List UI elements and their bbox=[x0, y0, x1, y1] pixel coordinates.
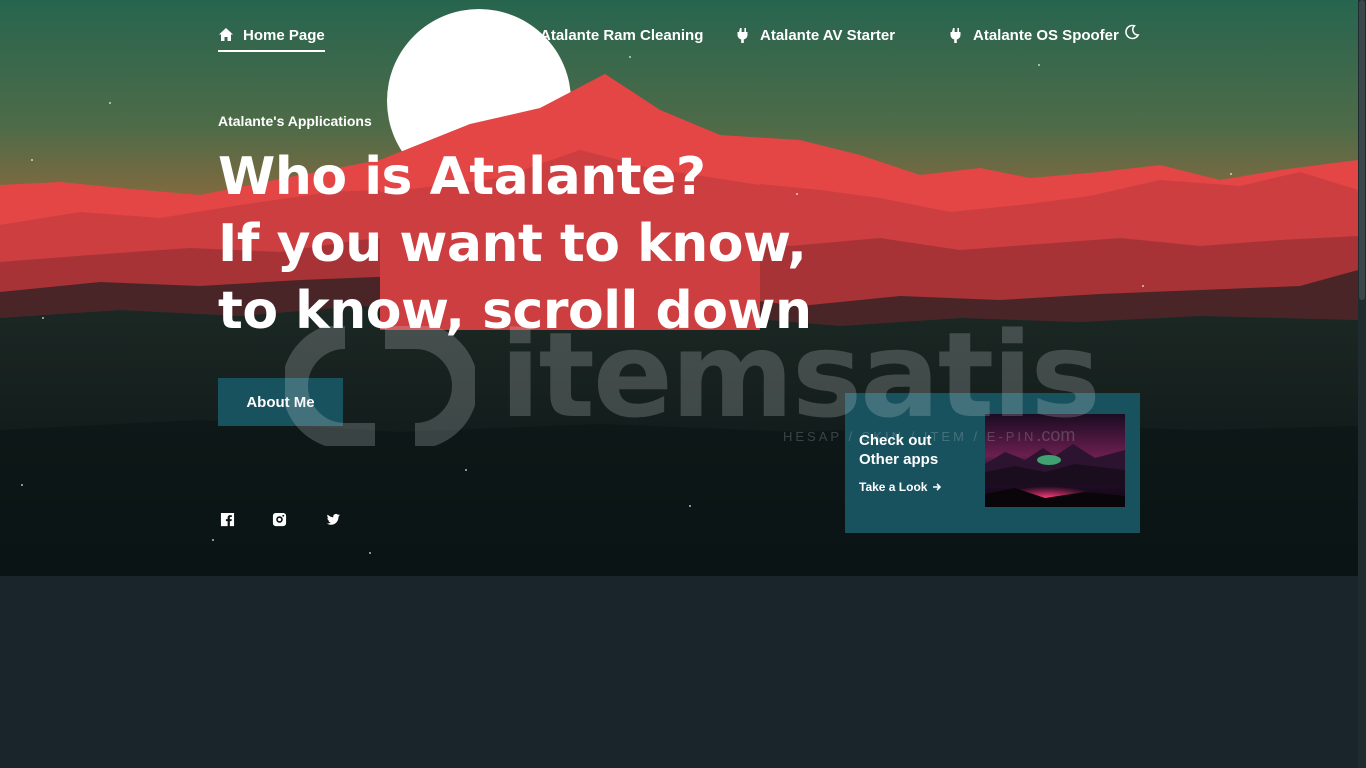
lower-section bbox=[0, 576, 1358, 768]
headline-line-2: If you want to know, bbox=[218, 211, 811, 278]
other-apps-card[interactable]: Check out Other apps Take a Look bbox=[845, 393, 1140, 533]
home-icon bbox=[219, 28, 233, 41]
hero-headline: Who is Atalante? If you want to know, to… bbox=[218, 144, 812, 345]
card-title-line-1: Check out bbox=[859, 432, 932, 449]
hero-kicker: Atalante's Applications bbox=[218, 113, 372, 129]
twitter-icon bbox=[326, 513, 341, 525]
instagram-link[interactable] bbox=[272, 512, 287, 527]
nav-ram-cleaning[interactable]: Atalante Ram Cleaning bbox=[518, 20, 703, 50]
card-thumbnail-image bbox=[985, 414, 1125, 507]
nav-os-spoofer-label: Atalante OS Spoofer bbox=[973, 26, 1119, 44]
headline-line-1: Who is Atalante? bbox=[218, 147, 706, 207]
card-title-line-2: Other apps bbox=[859, 451, 939, 468]
twitter-link[interactable] bbox=[326, 512, 341, 527]
facebook-icon bbox=[220, 512, 235, 527]
about-me-button[interactable]: About Me bbox=[218, 378, 343, 426]
plug-icon bbox=[950, 28, 961, 43]
nav-os-spoofer[interactable]: Atalante OS Spoofer bbox=[948, 20, 1119, 50]
nav-home-page[interactable]: Home Page bbox=[218, 20, 325, 52]
page: Home Page Atalante Ram Cleaning Atalante… bbox=[0, 0, 1366, 768]
headline-line-2-regular: If you want bbox=[218, 214, 560, 274]
take-a-look-link[interactable]: Take a Look bbox=[859, 480, 942, 494]
moon-icon[interactable] bbox=[1124, 24, 1140, 40]
facebook-link[interactable] bbox=[220, 512, 235, 527]
nav-av-starter[interactable]: Atalante AV Starter bbox=[735, 20, 895, 50]
headline-line-3: to know, scroll down bbox=[218, 281, 812, 341]
plug-icon bbox=[737, 28, 748, 43]
nav-ram-cleaning-label: Atalante Ram Cleaning bbox=[540, 26, 704, 44]
scrollbar[interactable] bbox=[1358, 0, 1366, 768]
nav-home-label: Home Page bbox=[243, 26, 325, 44]
card-title: Check out Other apps bbox=[859, 431, 969, 469]
scrollbar-thumb[interactable] bbox=[1359, 0, 1365, 300]
instagram-icon bbox=[272, 512, 287, 527]
headline-line-2-bold: to know, bbox=[559, 214, 807, 274]
arrow-right-icon bbox=[933, 483, 942, 491]
hero-section: Home Page Atalante Ram Cleaning Atalante… bbox=[0, 0, 1358, 576]
nav-av-starter-label: Atalante AV Starter bbox=[760, 26, 896, 44]
take-a-look-label: Take a Look bbox=[859, 480, 928, 494]
